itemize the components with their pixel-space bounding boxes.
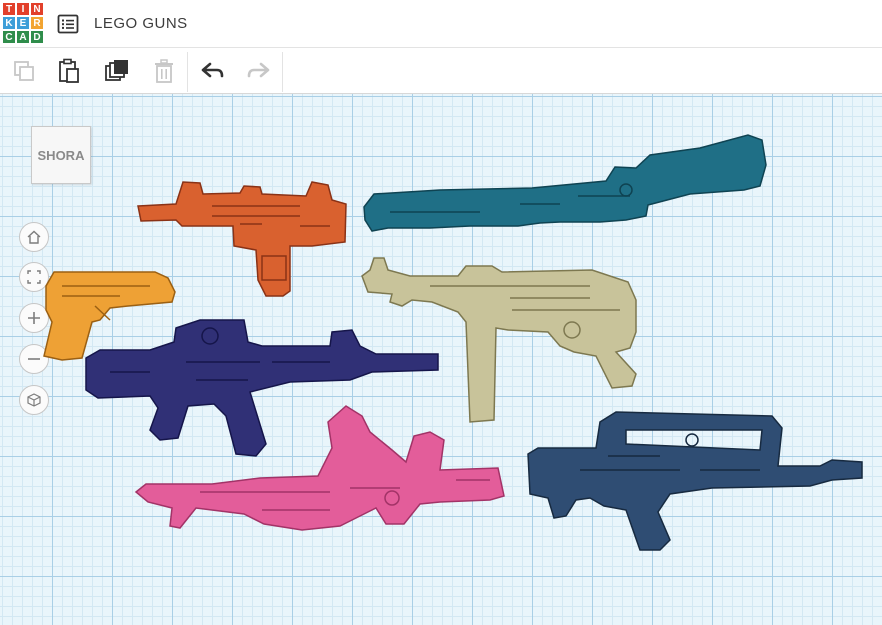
bullpup-rifle-shape[interactable] xyxy=(134,405,505,531)
smg-mp40-shape[interactable] xyxy=(361,257,637,423)
pistol-shape[interactable] xyxy=(43,271,176,361)
famas-shape[interactable] xyxy=(527,411,863,551)
assault-rifle-shape[interactable] xyxy=(85,319,439,457)
shapes-layer xyxy=(43,134,863,551)
rifle-shape[interactable] xyxy=(363,134,767,232)
